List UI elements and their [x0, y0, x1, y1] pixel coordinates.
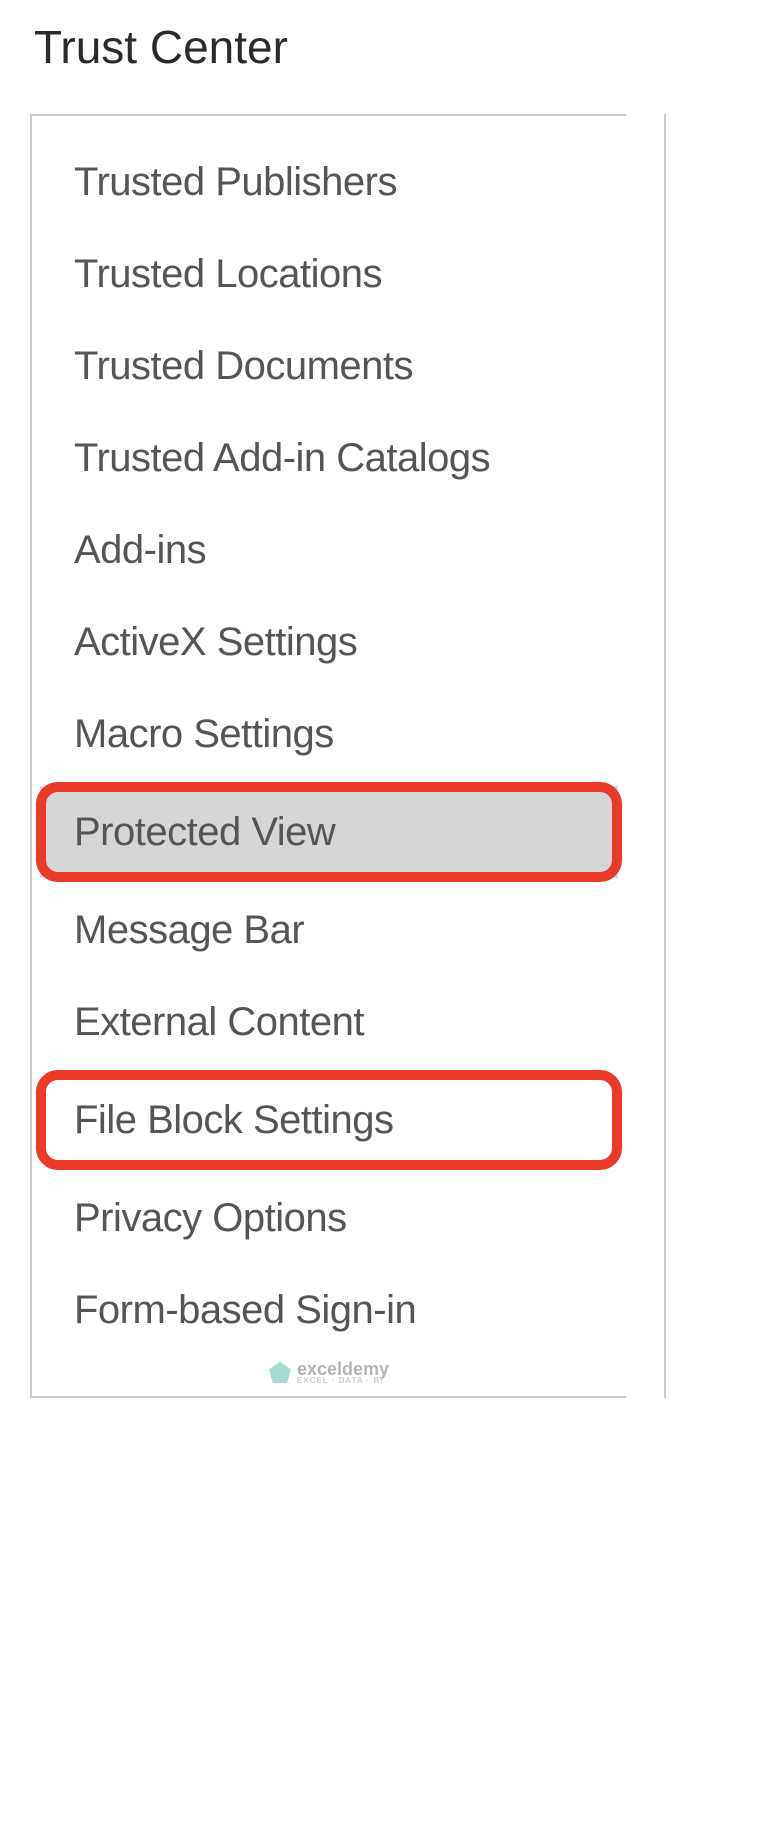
sidebar-item-file-block-settings[interactable]: File Block Settings	[40, 1074, 618, 1166]
sidebar-item-activex-settings[interactable]: ActiveX Settings	[32, 596, 626, 688]
sidebar-item-trusted-locations[interactable]: Trusted Locations	[32, 228, 626, 320]
highlight-file-block-settings: File Block Settings	[40, 1074, 618, 1166]
watermark-tagline: EXCEL · DATA · BI	[297, 1377, 389, 1384]
watermark: exceldemy EXCEL · DATA · BI	[269, 1361, 389, 1384]
sidebar-item-privacy-options[interactable]: Privacy Options	[32, 1172, 626, 1264]
sidebar-item-trusted-publishers[interactable]: Trusted Publishers	[32, 136, 626, 228]
sidebar-item-protected-view[interactable]: Protected View	[40, 786, 618, 878]
sidebar-item-addins[interactable]: Add-ins	[32, 504, 626, 596]
sidebar-item-macro-settings[interactable]: Macro Settings	[32, 688, 626, 780]
watermark-name: exceldemy	[297, 1361, 389, 1377]
sidebar-panel: Trusted Publishers Trusted Locations Tru…	[30, 114, 626, 1398]
page-title: Trust Center	[34, 20, 738, 74]
watermark-text: exceldemy EXCEL · DATA · BI	[297, 1361, 389, 1384]
highlight-protected-view: Protected View	[40, 786, 618, 878]
panel-right-edge	[664, 114, 666, 1398]
sidebar-item-form-based-signin[interactable]: Form-based Sign-in	[32, 1264, 626, 1356]
sidebar-item-trusted-documents[interactable]: Trusted Documents	[32, 320, 626, 412]
watermark-logo-icon	[269, 1361, 291, 1383]
sidebar-item-trusted-addin-catalogs[interactable]: Trusted Add-in Catalogs	[32, 412, 626, 504]
trust-center-container: Trust Center Trusted Publishers Trusted …	[0, 0, 768, 1418]
sidebar-item-message-bar[interactable]: Message Bar	[32, 884, 626, 976]
sidebar-item-external-content[interactable]: External Content	[32, 976, 626, 1068]
